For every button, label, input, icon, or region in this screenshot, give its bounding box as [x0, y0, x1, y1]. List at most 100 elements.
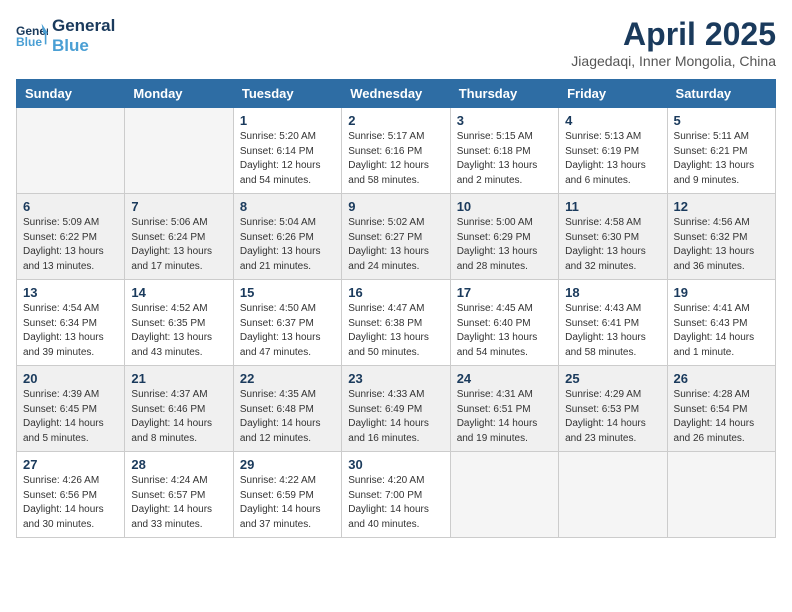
day-info: Sunrise: 4:58 AM Sunset: 6:30 PM Dayligh… — [565, 216, 660, 274]
day-number: 4 — [565, 113, 660, 128]
calendar-cell: 20 Sunrise: 4:39 AM Sunset: 6:45 PM Dayli… — [17, 366, 125, 452]
day-number: 28 — [131, 457, 226, 472]
day-number: 16 — [348, 285, 443, 300]
day-number: 3 — [457, 113, 552, 128]
calendar-cell: 23Sunrise: 4:33 AM Sunset: 6:49 PM Dayli… — [342, 366, 450, 452]
day-info: Sunrise: 4:50 AM Sunset: 6:37 PM Dayligh… — [240, 302, 335, 360]
weekday-header: Monday — [125, 80, 233, 108]
day-number: 13 — [23, 285, 118, 300]
day-number: 19 — [674, 285, 769, 300]
logo: General Blue General Blue — [16, 16, 115, 57]
day-info: Sunrise: 4:52 AM Sunset: 6:35 PM Dayligh… — [131, 302, 226, 360]
weekday-header: Sunday — [17, 80, 125, 108]
weekday-header: Friday — [559, 80, 667, 108]
day-number: 25 — [565, 371, 660, 386]
calendar-cell: 14Sunrise: 4:52 AM Sunset: 6:35 PM Dayli… — [125, 280, 233, 366]
calendar-cell — [17, 108, 125, 194]
calendar-cell: 28Sunrise: 4:24 AM Sunset: 6:57 PM Dayli… — [125, 452, 233, 538]
calendar-cell — [559, 452, 667, 538]
calendar-cell: 5 Sunrise: 5:11 AM Sunset: 6:21 PM Daylig… — [667, 108, 775, 194]
day-info: Sunrise: 4:41 AM Sunset: 6:43 PM Dayligh… — [674, 302, 769, 360]
calendar-cell: 8 Sunrise: 5:04 AM Sunset: 6:26 PM Daylig… — [233, 194, 341, 280]
day-info: Sunrise: 4:35 AM Sunset: 6:48 PM Dayligh… — [240, 388, 335, 446]
weekday-header: Saturday — [667, 80, 775, 108]
location-title: Jiagedaqi, Inner Mongolia, China — [571, 53, 776, 69]
calendar-cell: 4 Sunrise: 5:13 AM Sunset: 6:19 PM Daylig… — [559, 108, 667, 194]
weekday-header: Thursday — [450, 80, 558, 108]
calendar-week-row: 6 Sunrise: 5:09 AM Sunset: 6:22 PM Daylig… — [17, 194, 776, 280]
day-number: 20 — [23, 371, 118, 386]
weekday-header: Wednesday — [342, 80, 450, 108]
calendar-cell: 30 Sunrise: 4:20 AM Sunset: 7:00 PM Dayli… — [342, 452, 450, 538]
logo-icon: General Blue — [16, 22, 48, 50]
day-info: Sunrise: 4:39 AM Sunset: 6:45 PM Dayligh… — [23, 388, 118, 446]
day-info: Sunrise: 4:54 AM Sunset: 6:34 PM Dayligh… — [23, 302, 118, 360]
day-info: Sunrise: 5:00 AM Sunset: 6:29 PM Dayligh… — [457, 216, 552, 274]
day-info: Sunrise: 4:56 AM Sunset: 6:32 PM Dayligh… — [674, 216, 769, 274]
day-info: Sunrise: 5:15 AM Sunset: 6:18 PM Dayligh… — [457, 130, 552, 188]
calendar-cell: 15 Sunrise: 4:50 AM Sunset: 6:37 PM Dayli… — [233, 280, 341, 366]
calendar-cell: 19 Sunrise: 4:41 AM Sunset: 6:43 PM Dayli… — [667, 280, 775, 366]
calendar-cell: 24Sunrise: 4:31 AM Sunset: 6:51 PM Dayli… — [450, 366, 558, 452]
day-info: Sunrise: 5:06 AM Sunset: 6:24 PM Dayligh… — [131, 216, 226, 274]
day-info: Sunrise: 5:20 AM Sunset: 6:14 PM Dayligh… — [240, 130, 335, 188]
page-header: General Blue General Blue April 2025 Jia… — [16, 16, 776, 69]
day-info: Sunrise: 4:47 AM Sunset: 6:38 PM Dayligh… — [348, 302, 443, 360]
calendar-week-row: 20 Sunrise: 4:39 AM Sunset: 6:45 PM Dayli… — [17, 366, 776, 452]
day-number: 2 — [348, 113, 443, 128]
day-number: 5 — [674, 113, 769, 128]
day-number: 11 — [565, 199, 660, 214]
day-number: 18 — [565, 285, 660, 300]
day-info: Sunrise: 4:22 AM Sunset: 6:59 PM Dayligh… — [240, 474, 335, 532]
calendar-cell: 16 Sunrise: 4:47 AM Sunset: 6:38 PM Dayli… — [342, 280, 450, 366]
title-area: April 2025 Jiagedaqi, Inner Mongolia, Ch… — [571, 16, 776, 69]
calendar-cell: 22 Sunrise: 4:35 AM Sunset: 6:48 PM Dayli… — [233, 366, 341, 452]
calendar-cell: 10Sunrise: 5:00 AM Sunset: 6:29 PM Dayli… — [450, 194, 558, 280]
calendar-cell: 17 Sunrise: 4:45 AM Sunset: 6:40 PM Dayli… — [450, 280, 558, 366]
calendar-cell: 25 Sunrise: 4:29 AM Sunset: 6:53 PM Dayli… — [559, 366, 667, 452]
calendar-cell — [667, 452, 775, 538]
calendar-cell: 18 Sunrise: 4:43 AM Sunset: 6:41 PM Dayli… — [559, 280, 667, 366]
calendar-cell: 1 Sunrise: 5:20 AM Sunset: 6:14 PM Daylig… — [233, 108, 341, 194]
day-info: Sunrise: 4:45 AM Sunset: 6:40 PM Dayligh… — [457, 302, 552, 360]
calendar-cell: 26 Sunrise: 4:28 AM Sunset: 6:54 PM Dayli… — [667, 366, 775, 452]
calendar-cell — [125, 108, 233, 194]
calendar-cell — [450, 452, 558, 538]
day-info: Sunrise: 5:09 AM Sunset: 6:22 PM Dayligh… — [23, 216, 118, 274]
calendar-cell: 21 Sunrise: 4:37 AM Sunset: 6:46 PM Dayli… — [125, 366, 233, 452]
calendar-header-row: SundayMondayTuesdayWednesdayThursdayFrid… — [17, 80, 776, 108]
day-number: 1 — [240, 113, 335, 128]
day-number: 22 — [240, 371, 335, 386]
day-info: Sunrise: 5:17 AM Sunset: 6:16 PM Dayligh… — [348, 130, 443, 188]
logo-blue: Blue — [52, 36, 115, 56]
day-number: 21 — [131, 371, 226, 386]
calendar-cell: 11 Sunrise: 4:58 AM Sunset: 6:30 PM Dayli… — [559, 194, 667, 280]
day-info: Sunrise: 5:04 AM Sunset: 6:26 PM Dayligh… — [240, 216, 335, 274]
day-number: 30 — [348, 457, 443, 472]
day-info: Sunrise: 4:29 AM Sunset: 6:53 PM Dayligh… — [565, 388, 660, 446]
calendar-cell: 29 Sunrise: 4:22 AM Sunset: 6:59 PM Dayli… — [233, 452, 341, 538]
day-number: 29 — [240, 457, 335, 472]
day-info: Sunrise: 4:28 AM Sunset: 6:54 PM Dayligh… — [674, 388, 769, 446]
day-number: 23 — [348, 371, 443, 386]
calendar-cell: 9 Sunrise: 5:02 AM Sunset: 6:27 PM Daylig… — [342, 194, 450, 280]
calendar-week-row: 27Sunrise: 4:26 AM Sunset: 6:56 PM Dayli… — [17, 452, 776, 538]
day-info: Sunrise: 4:31 AM Sunset: 6:51 PM Dayligh… — [457, 388, 552, 446]
day-info: Sunrise: 5:02 AM Sunset: 6:27 PM Dayligh… — [348, 216, 443, 274]
day-number: 17 — [457, 285, 552, 300]
day-number: 8 — [240, 199, 335, 214]
calendar-cell: 3 Sunrise: 5:15 AM Sunset: 6:18 PM Daylig… — [450, 108, 558, 194]
svg-text:Blue: Blue — [16, 35, 42, 49]
day-number: 15 — [240, 285, 335, 300]
day-info: Sunrise: 4:20 AM Sunset: 7:00 PM Dayligh… — [348, 474, 443, 532]
day-number: 9 — [348, 199, 443, 214]
day-number: 6 — [23, 199, 118, 214]
day-info: Sunrise: 4:37 AM Sunset: 6:46 PM Dayligh… — [131, 388, 226, 446]
day-info: Sunrise: 4:43 AM Sunset: 6:41 PM Dayligh… — [565, 302, 660, 360]
calendar-cell: 2 Sunrise: 5:17 AM Sunset: 6:16 PM Daylig… — [342, 108, 450, 194]
day-info: Sunrise: 5:13 AM Sunset: 6:19 PM Dayligh… — [565, 130, 660, 188]
day-number: 26 — [674, 371, 769, 386]
day-info: Sunrise: 5:11 AM Sunset: 6:21 PM Dayligh… — [674, 130, 769, 188]
calendar-cell: 13 Sunrise: 4:54 AM Sunset: 6:34 PM Dayli… — [17, 280, 125, 366]
calendar-cell: 6 Sunrise: 5:09 AM Sunset: 6:22 PM Daylig… — [17, 194, 125, 280]
